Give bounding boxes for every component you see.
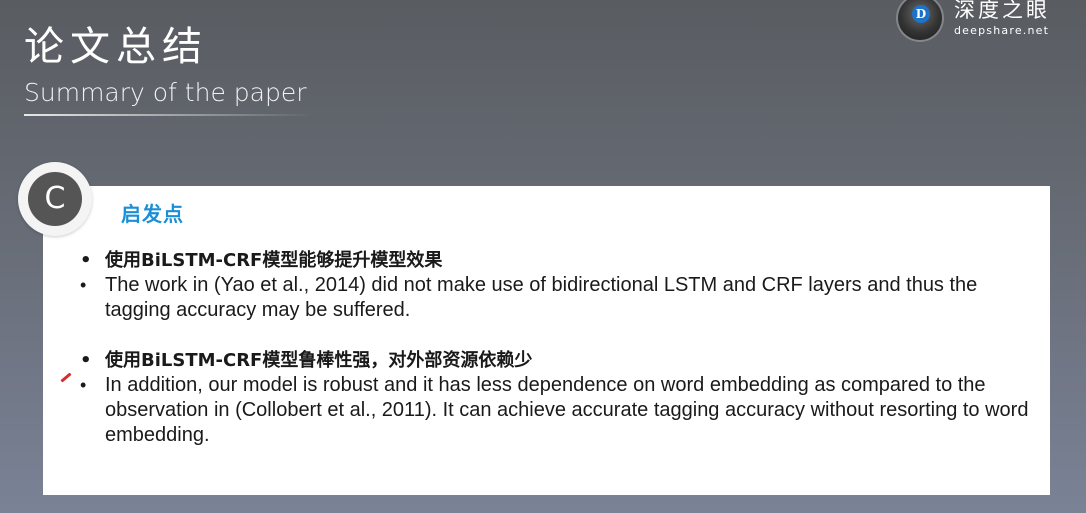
bullet-key-point: 使用BiLSTM-CRF模型鲁棒性强，对外部资源依赖少: [80, 348, 1040, 373]
brand-name: 深度之眼: [954, 0, 1050, 22]
bullet-detail: The work in (Yao et al., 2014) did not m…: [80, 273, 1040, 323]
bullet-detail: In addition, our model is robust and it …: [80, 373, 1040, 448]
slide-title: 论文总结: [24, 24, 208, 70]
brand-url: deepshare.net: [954, 24, 1050, 37]
slide-subtitle: Summary of the paper: [24, 78, 307, 107]
brand: 深度之眼 deepshare.net: [898, 0, 1058, 44]
section-heading: 启发点: [121, 202, 184, 226]
eye-logo-icon: [898, 0, 942, 40]
bullet-key-point: 使用BiLSTM-CRF模型能够提升模型效果: [80, 248, 1040, 273]
bullet-list: 使用BiLSTM-CRF模型能够提升模型效果 The work in (Yao …: [80, 248, 1040, 448]
title-underline: [24, 114, 314, 116]
section-badge: C: [28, 172, 82, 226]
